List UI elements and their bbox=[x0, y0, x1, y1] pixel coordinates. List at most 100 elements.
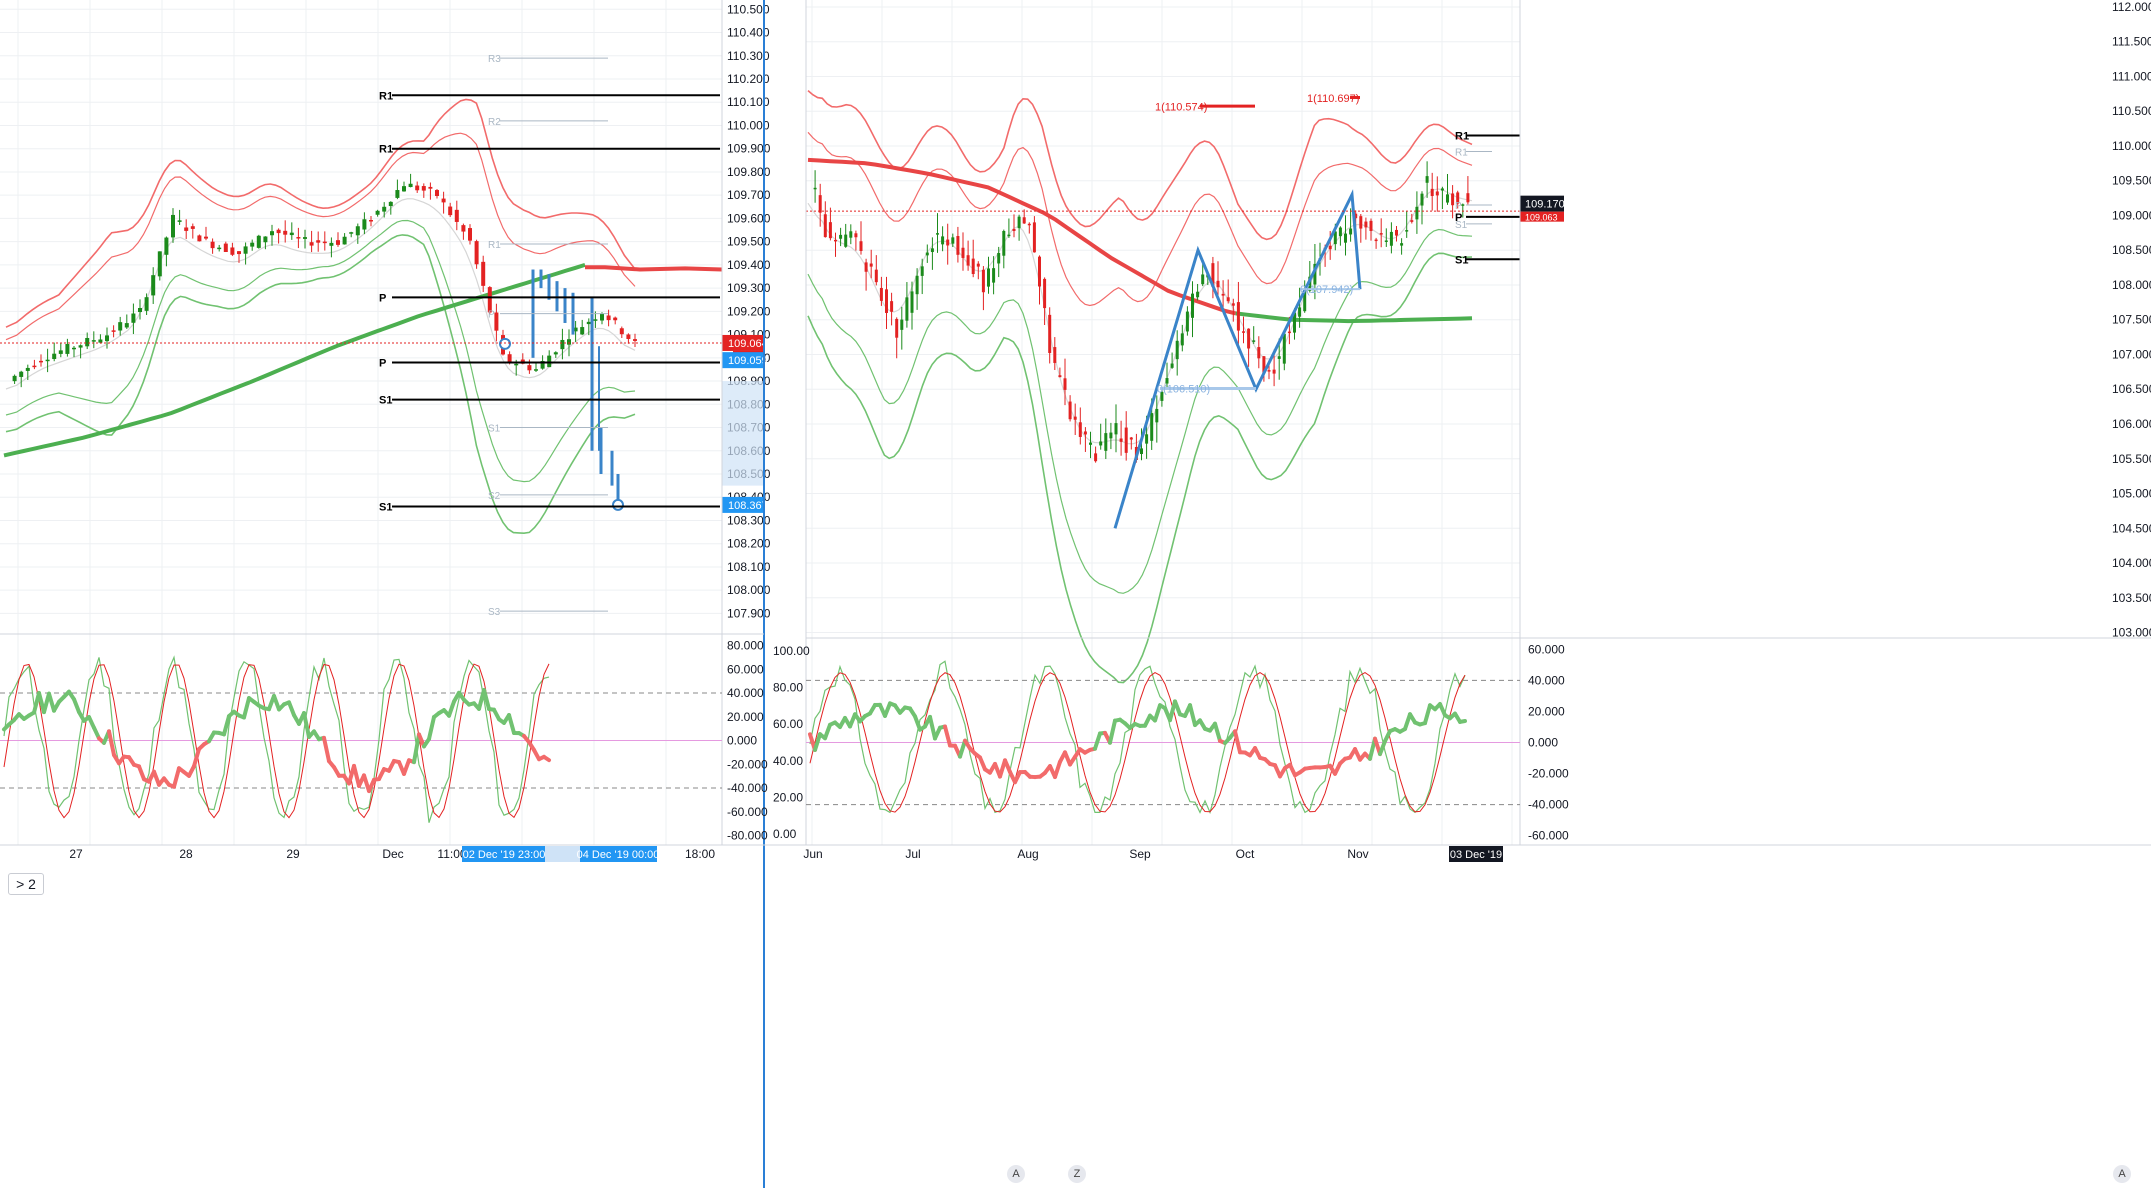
left-candle bbox=[481, 262, 485, 286]
left-candle bbox=[85, 338, 89, 346]
right-candle bbox=[1385, 240, 1388, 242]
left-candle bbox=[230, 247, 234, 254]
right-candle bbox=[1349, 229, 1352, 235]
right-candle bbox=[1400, 243, 1403, 245]
left-candle bbox=[277, 230, 281, 233]
left-candle bbox=[125, 323, 129, 327]
right-candle bbox=[1278, 356, 1281, 359]
right-candle bbox=[972, 259, 975, 274]
right-candle bbox=[1196, 292, 1199, 298]
left-candle bbox=[283, 231, 287, 235]
left-candle bbox=[455, 210, 459, 222]
right-candle bbox=[1069, 402, 1072, 420]
left-candle bbox=[138, 308, 142, 312]
right-pivot-label: S1 bbox=[1455, 254, 1468, 266]
left-candle bbox=[250, 243, 254, 247]
right-candle bbox=[1426, 176, 1429, 183]
right-pivot-faint-label: P bbox=[1455, 201, 1462, 212]
right-oscillator-right-tick: -40.000 bbox=[1528, 798, 1569, 812]
right-candle bbox=[1053, 347, 1056, 363]
right-candle bbox=[1461, 204, 1464, 206]
right-price-tick: 105.000 bbox=[2112, 487, 2151, 501]
left-candle bbox=[290, 233, 294, 235]
left-candle bbox=[488, 287, 492, 312]
left-candle bbox=[600, 314, 604, 321]
left-time-end-label: 04 Dec '19 00:00 bbox=[577, 849, 660, 861]
right-candle bbox=[911, 291, 914, 312]
right-candle bbox=[1390, 232, 1393, 246]
right-candle bbox=[1007, 235, 1010, 237]
left-candle bbox=[336, 240, 340, 245]
right-time-label: Nov bbox=[1347, 847, 1368, 861]
right-candle bbox=[1074, 417, 1077, 420]
right-price-tick: 103.500 bbox=[2112, 591, 2151, 605]
indicator-collapse-badge[interactable]: > 2 bbox=[8, 873, 44, 895]
right-candle bbox=[824, 214, 827, 237]
left-candle bbox=[376, 211, 380, 215]
right-price-tick: 109.000 bbox=[2112, 208, 2151, 222]
right-candle bbox=[1410, 220, 1413, 222]
right-candle bbox=[1359, 216, 1362, 228]
left-candle bbox=[171, 215, 175, 237]
right-candle bbox=[1130, 437, 1133, 439]
right-candle bbox=[1094, 453, 1097, 461]
left-pivot-faint-label: P bbox=[488, 310, 495, 321]
right-pivot-faint-label: S1 bbox=[1455, 220, 1468, 231]
right-oscillator-right-tick: -20.000 bbox=[1528, 767, 1569, 781]
left-pivot-label: R1 bbox=[379, 144, 393, 156]
left-oscillator-tick: -80.000 bbox=[727, 829, 768, 843]
left-oscillator-tick: 80.000 bbox=[727, 639, 764, 653]
right-candle bbox=[967, 255, 970, 265]
right-candle bbox=[1033, 222, 1036, 252]
right-candle bbox=[1421, 194, 1424, 206]
right-candle bbox=[819, 195, 822, 213]
right-pivot-faint-label: R1 bbox=[1455, 148, 1468, 159]
right-candle bbox=[951, 237, 954, 243]
right-candle bbox=[1405, 230, 1408, 232]
left-candle bbox=[475, 241, 479, 264]
right-oscillator-left-tick: 40.00 bbox=[773, 754, 803, 768]
page-background bbox=[0, 0, 2151, 1188]
left-candle bbox=[79, 345, 83, 347]
left-projection-bar bbox=[548, 274, 551, 300]
right-oscillator-left-tick: 80.00 bbox=[773, 681, 803, 695]
auto-scale-button[interactable]: A bbox=[2113, 1165, 2131, 1183]
left-candle bbox=[197, 235, 201, 241]
right-candle bbox=[1140, 448, 1143, 454]
right-candle bbox=[854, 233, 857, 237]
left-oscillator-tick: 40.000 bbox=[727, 686, 764, 700]
right-price-tick: 104.500 bbox=[2112, 521, 2151, 535]
right-fib-label: 0(107.942) bbox=[1300, 284, 1353, 296]
right-price-tick: 107.500 bbox=[2112, 313, 2151, 327]
left-projection-bar bbox=[540, 270, 543, 289]
right-time-label: Sep bbox=[1129, 847, 1151, 861]
right-auto-scale-button[interactable]: A bbox=[1007, 1165, 1025, 1183]
right-candle bbox=[834, 240, 837, 242]
left-oscillator-trend bbox=[544, 757, 549, 760]
left-candle bbox=[508, 354, 512, 361]
left-candle bbox=[257, 236, 261, 248]
right-candle bbox=[829, 222, 832, 238]
zoom-button[interactable]: Z bbox=[1068, 1165, 1086, 1183]
chart-canvas[interactable]: 110.500110.400110.300110.200110.100110.0… bbox=[0, 0, 2151, 1188]
right-candle bbox=[1013, 229, 1016, 231]
left-candle bbox=[415, 186, 419, 191]
left-candle bbox=[402, 186, 406, 191]
left-oscillator-tick: 20.000 bbox=[727, 710, 764, 724]
right-candle bbox=[1048, 315, 1051, 353]
right-oscillator-left-tick: 20.00 bbox=[773, 790, 803, 804]
right-candle bbox=[1395, 230, 1398, 236]
right-candle bbox=[977, 264, 980, 267]
right-candle bbox=[1150, 413, 1153, 441]
right-candle bbox=[844, 235, 847, 247]
right-price-tick: 111.500 bbox=[2112, 35, 2151, 49]
left-candle bbox=[224, 244, 228, 252]
left-candle bbox=[323, 242, 327, 244]
left-time-start-label: 02 Dec '19 23:00 bbox=[463, 849, 546, 861]
right-candle bbox=[1232, 303, 1235, 305]
right-candle bbox=[814, 188, 817, 190]
left-candle bbox=[158, 251, 162, 276]
right-oscillator-left-tick: 60.00 bbox=[773, 717, 803, 731]
right-candle bbox=[1415, 207, 1418, 220]
right-price-tick: 111.000 bbox=[2112, 69, 2151, 83]
